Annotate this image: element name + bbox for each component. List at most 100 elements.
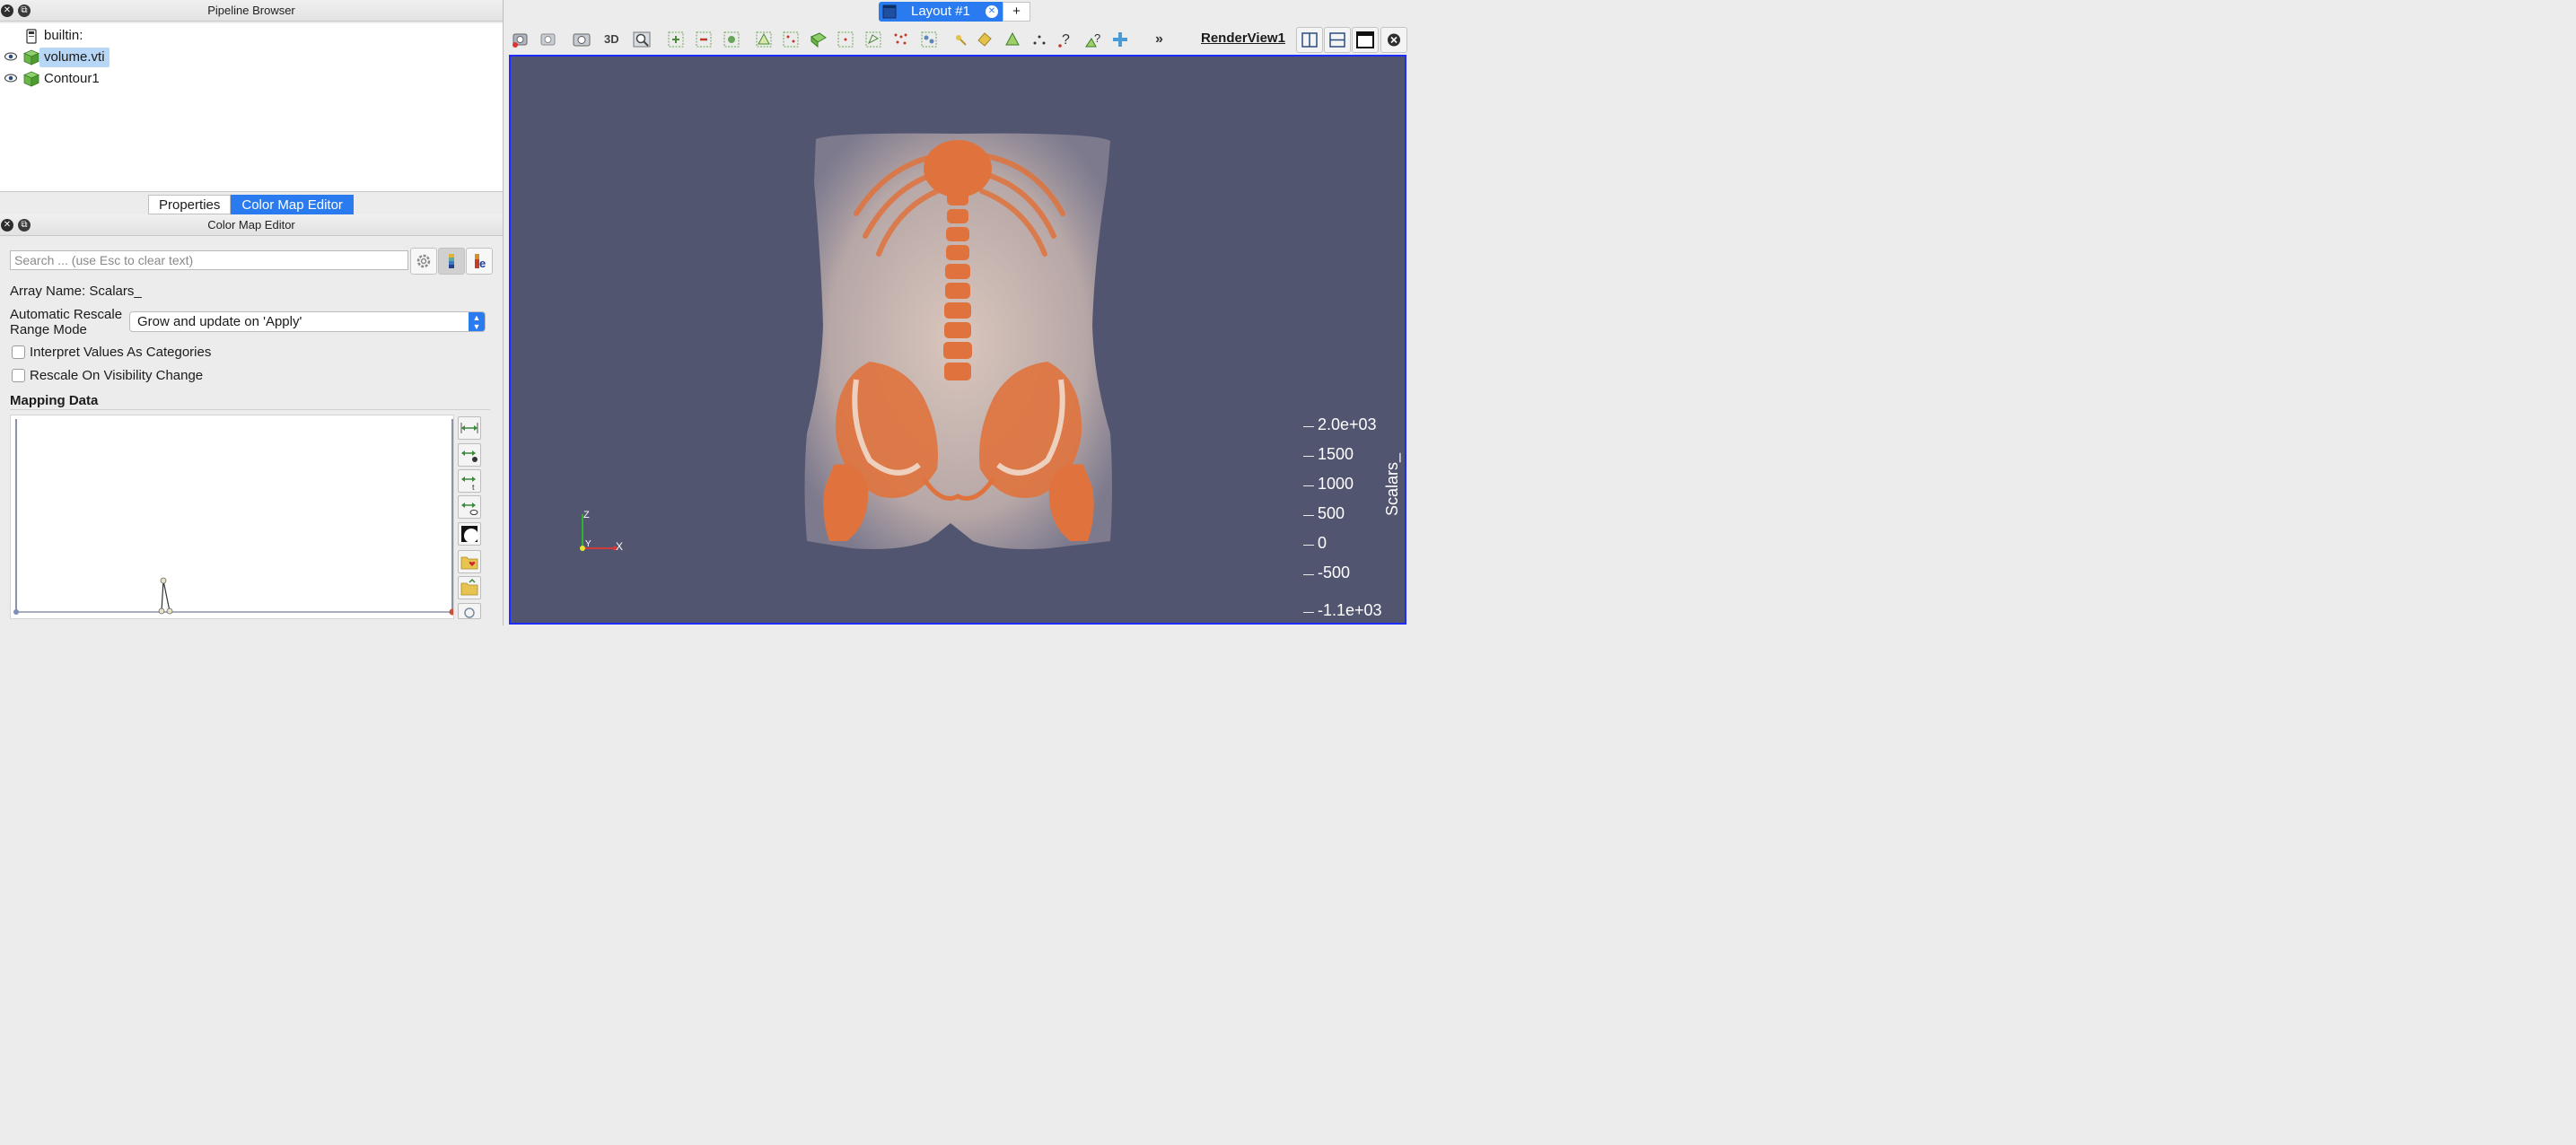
axis-y-label: Y bbox=[585, 539, 591, 549]
scalar-tick-label: 0 bbox=[1318, 534, 1327, 552]
pipeline-browser-titlebar: ✕ ⧉ Pipeline Browser bbox=[0, 0, 503, 22]
split-horizontal-button[interactable] bbox=[1296, 27, 1323, 53]
add-layout-button[interactable]: + bbox=[1003, 2, 1030, 22]
maximize-button[interactable] bbox=[1352, 27, 1379, 53]
hover-points-icon[interactable] bbox=[951, 30, 970, 49]
layout-tabbar: Layout #1 ✕ + bbox=[879, 2, 1030, 22]
folder-save-icon bbox=[460, 578, 478, 596]
close-icon[interactable]: ✕ bbox=[986, 5, 998, 18]
gear-icon bbox=[416, 254, 431, 268]
split-vertical-button[interactable] bbox=[1324, 27, 1351, 53]
rescale-visibility-checkbox[interactable] bbox=[12, 369, 25, 382]
tree-item-label: builtin: bbox=[44, 28, 83, 43]
choose-preset-button[interactable] bbox=[458, 550, 481, 573]
scalar-tick-label: -500 bbox=[1318, 564, 1351, 581]
eye-icon[interactable] bbox=[4, 52, 17, 61]
scalar-tick-label: -1.1e+03 bbox=[1318, 601, 1382, 619]
close-icon[interactable]: ✕ bbox=[1, 219, 13, 232]
save-preset-button[interactable] bbox=[458, 576, 481, 599]
eye-icon[interactable] bbox=[4, 74, 17, 83]
rescale-to-data-range-button[interactable] bbox=[458, 416, 481, 440]
volume-rendering[interactable] bbox=[511, 57, 1405, 623]
close-icon[interactable]: ✕ bbox=[1, 4, 13, 17]
left-pane: ✕ ⧉ Pipeline Browser builtin: volume.vti bbox=[0, 0, 504, 625]
invert-icon bbox=[461, 526, 478, 543]
pipeline-tree: builtin: volume.vti Contour1 bbox=[0, 23, 503, 192]
select-points-polygon-icon[interactable] bbox=[890, 30, 910, 49]
tick-mark bbox=[1303, 485, 1314, 486]
scalar-tick-label: 1000 bbox=[1318, 475, 1354, 493]
transfer-function-editor[interactable] bbox=[10, 415, 456, 619]
toggle-3d-button[interactable]: 3D bbox=[604, 30, 624, 49]
hover-cells-icon[interactable] bbox=[975, 30, 994, 49]
rescale-mode-label-line1: Automatic Rescale bbox=[10, 307, 123, 322]
array-name-label: Array Name: Scalars_ bbox=[10, 284, 142, 299]
more-options-button[interactable] bbox=[458, 603, 481, 619]
rescale-mode-label: Automatic Rescale Range Mode bbox=[10, 307, 122, 337]
deselect-icon[interactable] bbox=[694, 30, 714, 49]
svg-text:e: e bbox=[479, 257, 486, 270]
select-cells-frustum-icon[interactable] bbox=[809, 30, 828, 49]
tick-mark bbox=[1303, 515, 1314, 516]
toolbar-overflow-icon[interactable]: » bbox=[1155, 30, 1175, 49]
split-horizontal-icon bbox=[1301, 32, 1318, 48]
tab-color-map-editor[interactable]: Color Map Editor bbox=[231, 195, 354, 214]
tree-item-label: Contour1 bbox=[44, 71, 100, 86]
tree-item-contour[interactable]: Contour1 bbox=[0, 69, 503, 89]
tick-mark bbox=[1303, 574, 1314, 575]
query-cell-icon[interactable]: ? bbox=[1083, 30, 1103, 49]
tab-properties[interactable]: Properties bbox=[148, 195, 232, 214]
rescale-mode-value: Grow and update on 'Apply' bbox=[137, 314, 302, 329]
color-legend-icon bbox=[449, 254, 454, 268]
tree-item-label: volume.vti bbox=[39, 48, 110, 67]
select-cells-on-icon[interactable] bbox=[754, 30, 774, 49]
edit-color-legend-button[interactable]: e bbox=[466, 248, 493, 275]
rescale-custom-range-button[interactable] bbox=[458, 443, 481, 467]
divider bbox=[10, 409, 490, 410]
svg-text:?: ? bbox=[1062, 32, 1070, 48]
rescale-mode-label-line2: Range Mode bbox=[10, 322, 87, 337]
axis-x-label: X bbox=[616, 540, 624, 553]
view-name-label: RenderView1 bbox=[1201, 31, 1285, 46]
tick-mark bbox=[1303, 545, 1314, 546]
interpret-categories-label: Interpret Values As Categories bbox=[30, 345, 212, 360]
zoom-to-data-icon[interactable] bbox=[539, 30, 558, 49]
rescale-visible-range-button[interactable] bbox=[458, 495, 481, 519]
zoom-to-box-icon[interactable] bbox=[632, 30, 652, 49]
opacity-function-plot[interactable] bbox=[11, 415, 456, 618]
cube-icon bbox=[23, 71, 39, 87]
select-points-icon[interactable] bbox=[781, 30, 801, 49]
grow-cells-icon[interactable] bbox=[1003, 30, 1022, 49]
axis-z-label: Z bbox=[583, 510, 590, 520]
interpret-categories-checkbox[interactable] bbox=[12, 345, 25, 359]
select-points-on-icon[interactable] bbox=[666, 30, 686, 49]
rescale-visibility-label: Rescale On Visibility Change bbox=[30, 368, 204, 383]
grow-selection-icon[interactable] bbox=[722, 30, 741, 49]
search-input[interactable] bbox=[10, 250, 408, 270]
split-vertical-icon bbox=[1329, 32, 1345, 48]
undock-icon[interactable]: ⧉ bbox=[18, 219, 31, 232]
interactive-select-icon[interactable] bbox=[919, 30, 939, 49]
search-icon bbox=[464, 607, 475, 618]
capture-screenshot-icon[interactable] bbox=[572, 30, 591, 49]
select-polygon-icon[interactable] bbox=[863, 30, 883, 49]
render-view[interactable]: Z Y X 2.0e+03 1500 1000 500 0 -500 -1.1e… bbox=[509, 55, 1406, 625]
invert-colormap-button[interactable] bbox=[458, 522, 481, 546]
query-point-icon[interactable]: ? bbox=[1056, 30, 1075, 49]
undock-icon[interactable]: ⧉ bbox=[18, 4, 31, 17]
advanced-settings-button[interactable] bbox=[410, 248, 437, 275]
select-points-frustum-icon[interactable] bbox=[836, 30, 855, 49]
tab-layout-1[interactable]: Layout #1 ✕ bbox=[879, 2, 1003, 22]
show-color-legend-button[interactable] bbox=[438, 248, 465, 275]
rescale-mode-select[interactable]: Grow and update on 'Apply' ▲ ▼ bbox=[129, 311, 486, 332]
window-icon bbox=[882, 4, 897, 19]
tree-item-volume[interactable]: volume.vti bbox=[0, 48, 503, 67]
close-view-button[interactable] bbox=[1380, 27, 1407, 53]
add-plus-icon[interactable] bbox=[1110, 30, 1130, 49]
color-map-editor-title: Color Map Editor bbox=[207, 218, 295, 232]
reset-camera-icon[interactable] bbox=[511, 30, 530, 49]
spine bbox=[943, 191, 972, 380]
tree-item-builtin[interactable]: builtin: bbox=[0, 26, 503, 46]
rescale-over-time-button[interactable]: t bbox=[458, 469, 481, 493]
shrink-points-icon[interactable] bbox=[1030, 30, 1049, 49]
